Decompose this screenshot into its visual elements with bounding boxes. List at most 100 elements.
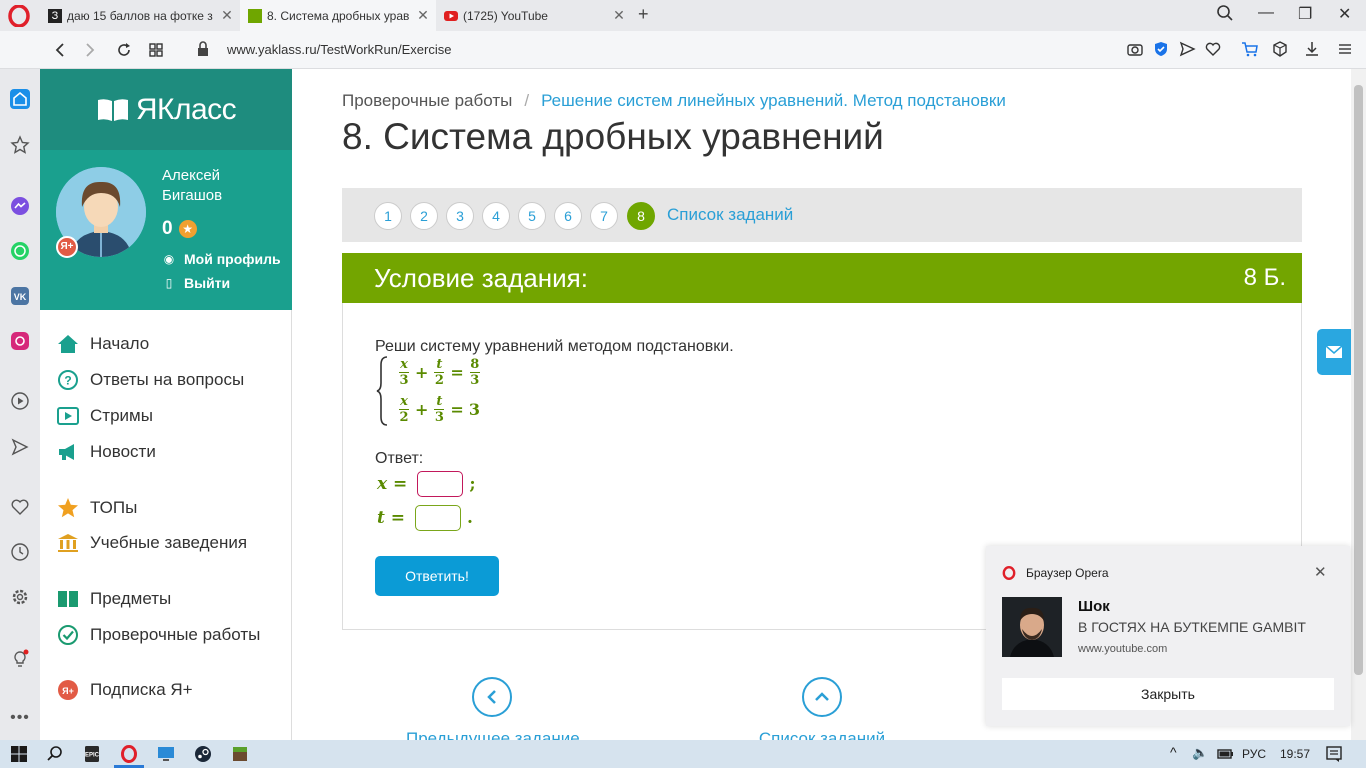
- battery-icon[interactable]: [1216, 745, 1234, 763]
- menu-item-tests[interactable]: Проверочные работы: [56, 623, 260, 647]
- home-panel-icon[interactable]: [10, 89, 30, 109]
- task-header-title: Условие задания:: [374, 263, 588, 293]
- easy-setup-icon[interactable]: [1335, 40, 1355, 60]
- pager-item-4[interactable]: 4: [482, 202, 510, 230]
- tab-yaklass[interactable]: 8. Система дробных урав ✕: [240, 0, 436, 31]
- svg-text:?: ?: [64, 374, 71, 388]
- pager-item-2[interactable]: 2: [410, 202, 438, 230]
- more-dots-icon[interactable]: •••: [10, 709, 30, 729]
- question-icon: ?: [56, 369, 80, 391]
- cube-icon[interactable]: [1270, 40, 1290, 60]
- clock[interactable]: 19:57: [1280, 747, 1310, 761]
- close-icon[interactable]: ✕: [214, 7, 240, 24]
- speed-dial-icon[interactable]: [146, 40, 166, 60]
- menu-item-home[interactable]: Начало: [56, 332, 149, 356]
- download-icon[interactable]: [1302, 40, 1322, 60]
- instagram-icon[interactable]: [10, 331, 30, 351]
- camera-icon[interactable]: [1125, 40, 1145, 60]
- menu-item-tops[interactable]: ТОПы: [56, 496, 137, 520]
- history-clock-icon[interactable]: [10, 542, 30, 562]
- answer-label: Ответ:: [375, 450, 424, 467]
- volume-icon[interactable]: 🔈: [1192, 745, 1208, 761]
- x-answer-input[interactable]: [417, 471, 464, 497]
- pager-item-3[interactable]: 3: [446, 202, 474, 230]
- close-icon[interactable]: ✕: [606, 7, 632, 24]
- logo[interactable]: ЯКласс: [40, 69, 292, 150]
- minimize-icon[interactable]: —: [1258, 4, 1274, 22]
- scrollbar-thumb[interactable]: [1354, 85, 1363, 675]
- ya-plus-badge: Я+: [56, 236, 78, 258]
- submit-answer-button[interactable]: Ответить!: [375, 556, 499, 596]
- task-pager: 1 2 3 4 5 6 7 8 Список заданий: [342, 188, 1302, 242]
- chevron-up-icon: [802, 677, 842, 717]
- epic-games-icon[interactable]: EPIC: [83, 745, 101, 763]
- lightbulb-icon[interactable]: [10, 649, 30, 669]
- logout-link[interactable]: ▯ Выйти: [162, 275, 230, 291]
- menu-item-subjects[interactable]: Предметы: [56, 587, 171, 611]
- whatsapp-icon[interactable]: [10, 241, 30, 261]
- cart-icon[interactable]: [1240, 40, 1260, 60]
- speed-dial-star-icon[interactable]: [10, 135, 30, 155]
- steam-icon[interactable]: [194, 745, 212, 763]
- messenger-icon[interactable]: [10, 196, 30, 216]
- menu-item-schools[interactable]: Учебные заведения: [56, 531, 247, 555]
- notification-title: Шок: [1078, 598, 1110, 615]
- breadcrumb-root[interactable]: Проверочные работы: [342, 91, 512, 110]
- pager-item-current[interactable]: 8: [627, 202, 655, 230]
- monitor-icon[interactable]: [157, 745, 175, 763]
- back-icon[interactable]: [50, 40, 70, 60]
- eq2-b-num: t: [436, 394, 443, 409]
- close-icon[interactable]: ✕: [1314, 563, 1327, 581]
- user-circle-icon: ◉: [163, 252, 175, 266]
- eq2-result: 3: [468, 400, 480, 419]
- ya-plus-icon: Я+: [56, 679, 80, 701]
- forward-icon[interactable]: [80, 40, 100, 60]
- profile-link[interactable]: ◉ Мой профиль: [162, 251, 281, 267]
- menu-item-label: ТОПы: [90, 498, 138, 517]
- menu-item-answers[interactable]: ? Ответы на вопросы: [56, 368, 244, 392]
- prev-task-link[interactable]: Предыдущее задание: [406, 677, 580, 749]
- breadcrumb-current[interactable]: Решение систем линейных уравнений. Метод…: [541, 91, 1006, 110]
- task-list-link[interactable]: Список заданий: [667, 205, 793, 225]
- t-answer-input[interactable]: [415, 505, 462, 531]
- tab-youtube[interactable]: (1725) YouTube ✕: [436, 0, 632, 31]
- pager-item-7[interactable]: 7: [590, 202, 618, 230]
- feedback-mail-button[interactable]: [1317, 329, 1351, 375]
- lock-icon[interactable]: [197, 41, 209, 57]
- pager-item-5[interactable]: 5: [518, 202, 546, 230]
- menu-item-streams[interactable]: Стримы: [56, 404, 153, 428]
- heart-icon[interactable]: [1203, 40, 1223, 60]
- settings-gear-icon[interactable]: [10, 587, 30, 607]
- notifications-icon[interactable]: [1325, 745, 1343, 763]
- url-field[interactable]: www.yaklass.ru/TestWorkRun/Exercise: [227, 42, 451, 57]
- new-tab-icon[interactable]: +: [638, 4, 649, 25]
- bottom-task-list-link[interactable]: Список заданий: [752, 677, 892, 749]
- t-punct: .: [467, 508, 473, 528]
- adblock-shield-icon[interactable]: [1151, 40, 1171, 60]
- restore-icon[interactable]: ❐: [1298, 4, 1312, 24]
- close-icon[interactable]: ✕: [410, 7, 436, 24]
- menu-item-news[interactable]: Новости: [56, 440, 156, 464]
- reload-icon[interactable]: [114, 40, 134, 60]
- language-indicator[interactable]: РУС: [1242, 747, 1266, 761]
- search-icon[interactable]: [46, 745, 64, 763]
- tray-expand-icon[interactable]: ^: [1170, 744, 1177, 760]
- opera-taskbar-icon[interactable]: [120, 745, 138, 763]
- pager-item-6[interactable]: 6: [554, 202, 582, 230]
- windows-start-icon[interactable]: [10, 745, 28, 763]
- user-points: 0 ★: [162, 218, 197, 240]
- vk-icon[interactable]: VK: [10, 286, 30, 306]
- opera-logo-icon[interactable]: [8, 5, 30, 27]
- send-icon[interactable]: [1177, 40, 1197, 60]
- pager-item-1[interactable]: 1: [374, 202, 402, 230]
- bookmarks-heart-icon[interactable]: [10, 497, 30, 517]
- player-icon[interactable]: [10, 391, 30, 411]
- send-panel-icon[interactable]: [10, 437, 30, 457]
- window-close-icon[interactable]: ✕: [1338, 4, 1351, 24]
- notification-close-button[interactable]: Закрыть: [1002, 678, 1334, 710]
- menu-item-subscription[interactable]: Я+ Подписка Я+: [56, 678, 193, 702]
- search-tabs-icon[interactable]: [1216, 4, 1234, 27]
- tab-homework[interactable]: З даю 15 баллов на фотке з ✕: [40, 0, 240, 31]
- user-name[interactable]: Алексей Бигашов: [162, 166, 272, 206]
- minecraft-icon[interactable]: [231, 745, 249, 763]
